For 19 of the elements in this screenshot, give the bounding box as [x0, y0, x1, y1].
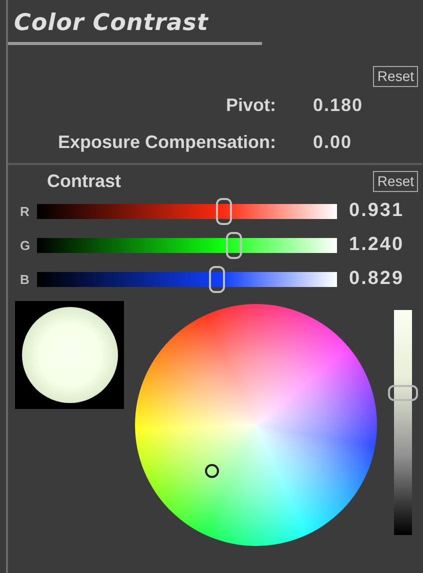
reset-button[interactable]: Reset [373, 66, 418, 87]
channel-value[interactable]: 1.240 [349, 234, 404, 256]
channel-value[interactable]: 0.931 [349, 200, 404, 222]
field-value[interactable]: 0.00 [313, 132, 352, 153]
wheel-marker[interactable] [205, 464, 219, 478]
slider-thumb[interactable] [388, 385, 418, 402]
slider-thumb[interactable] [209, 266, 226, 292]
section-label: Contrast [47, 170, 122, 192]
field-label: Pivot: [224, 95, 276, 116]
channel-label: R [19, 204, 30, 218]
channel-value[interactable]: 0.829 [349, 268, 404, 290]
channel-label: G [19, 238, 32, 252]
field-label: Exposure Compensation: [56, 132, 276, 153]
channel-label: B [19, 272, 30, 286]
reset-button[interactable]: Reset [373, 170, 418, 192]
field-value[interactable]: 0.180 [313, 95, 364, 116]
panel-title: Color Contrast [8, 10, 262, 45]
slider-thumb[interactable] [226, 232, 242, 258]
slider-thumb[interactable] [216, 198, 232, 224]
